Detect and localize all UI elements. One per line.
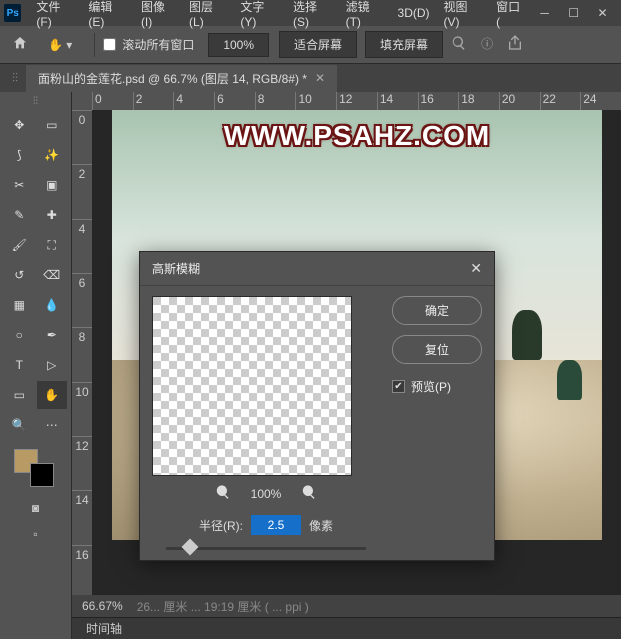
path-tool[interactable]: ▷ <box>37 351 68 379</box>
maximize-button[interactable]: ☐ <box>559 3 588 23</box>
document-tab-bar: ⫶⫶ 面粉山的金莲花.psd @ 66.7% (图层 14, RGB/8#) *… <box>0 64 621 92</box>
dodge-tool[interactable]: ○ <box>4 321 35 349</box>
eraser-tool[interactable]: ⌫ <box>37 261 68 289</box>
hand-tool-icon[interactable]: ✋ ▾ <box>40 34 80 56</box>
status-doc-info[interactable]: 26... 厘米 ... 19:19 厘米 ( ... ppi ) <box>137 598 309 615</box>
gaussian-blur-dialog: 高斯模糊 ✕ 100% 半径(R): 像素 确定 复位 ✔ <box>139 251 495 561</box>
hiker-figure-1 <box>512 310 542 360</box>
radius-label: 半径(R): <box>199 517 243 534</box>
dialog-titlebar[interactable]: 高斯模糊 ✕ <box>140 252 494 286</box>
menu-type[interactable]: 文字(Y) <box>233 0 286 29</box>
help-icon[interactable]: ⓘ <box>481 35 493 54</box>
brush-tool[interactable]: 🖌 <box>4 231 35 259</box>
history-brush-tool[interactable]: ↺ <box>4 261 35 289</box>
blur-tool[interactable]: 💧 <box>37 291 68 319</box>
hiker-figure-2 <box>557 360 582 400</box>
color-swatches[interactable] <box>4 449 67 489</box>
radius-slider[interactable] <box>166 541 366 557</box>
ps-logo: Ps <box>4 4 21 22</box>
zoom-out-icon[interactable] <box>215 484 231 503</box>
zoom-level[interactable]: 100% <box>208 33 269 57</box>
dialog-title: 高斯模糊 <box>152 260 200 277</box>
scroll-all-checkbox[interactable]: 滚动所有窗口 <box>103 36 194 53</box>
menu-3d[interactable]: 3D(D) <box>391 6 437 20</box>
marquee-tool[interactable]: ▭ <box>37 111 68 139</box>
document-tab-title: 面粉山的金莲花.psd @ 66.7% (图层 14, RGB/8#) * <box>38 70 307 87</box>
home-icon[interactable] <box>8 31 32 58</box>
ruler-horizontal: 024681012141618202224 <box>92 92 621 110</box>
scroll-all-label: 滚动所有窗口 <box>122 36 194 53</box>
preview-checkbox-label: 预览(P) <box>411 378 451 395</box>
eyedropper-tool[interactable]: ✎ <box>4 201 35 229</box>
menu-bar: Ps 文件(F) 编辑(E) 图像(I) 图层(L) 文字(Y) 选择(S) 滤… <box>0 0 621 26</box>
timeline-panel-tab[interactable]: 时间轴 <box>72 617 621 639</box>
fit-screen-button[interactable]: 适合屏幕 <box>279 31 357 58</box>
move-tool[interactable]: ✥ <box>4 111 35 139</box>
status-bar: 66.67% 26... 厘米 ... 19:19 厘米 ( ... ppi ) <box>72 595 621 617</box>
menu-filter[interactable]: 滤镜(T) <box>339 0 391 29</box>
crop-tool[interactable]: ✂ <box>4 171 35 199</box>
reset-button[interactable]: 复位 <box>392 335 482 364</box>
type-tool[interactable]: T <box>4 351 35 379</box>
quick-mask-toggle[interactable]: ◙ <box>4 501 67 515</box>
preview-box[interactable] <box>152 296 352 476</box>
menu-view[interactable]: 视图(V) <box>437 0 490 29</box>
zoom-tool[interactable]: 🔍 <box>4 411 35 439</box>
healing-tool[interactable]: ✚ <box>37 201 68 229</box>
magic-wand-tool[interactable]: ✨ <box>37 141 68 169</box>
scroll-all-input[interactable] <box>103 38 116 51</box>
fill-screen-button[interactable]: 填充屏幕 <box>365 31 443 58</box>
document-tab-close[interactable]: ✕ <box>315 71 325 85</box>
minimize-button[interactable]: ─ <box>530 3 559 23</box>
search-icon[interactable] <box>451 35 467 54</box>
menu-edit[interactable]: 编辑(E) <box>81 0 134 29</box>
radius-unit: 像素 <box>309 517 333 534</box>
radius-input[interactable] <box>251 515 301 535</box>
ruler-corner <box>72 92 92 110</box>
preview-zoom-value: 100% <box>251 487 282 501</box>
edit-toolbar[interactable]: ⋯ <box>37 411 68 439</box>
gradient-tool[interactable]: ▦ <box>4 291 35 319</box>
options-bar: ✋ ▾ 滚动所有窗口 100% 适合屏幕 填充屏幕 ⓘ <box>0 26 621 64</box>
toolbox: ⫶⫶ ✥ ▭ ⟆ ✨ ✂ ▣ ✎ ✚ 🖌 ⛶ ↺ ⌫ ▦ 💧 ○ ✒ T ▷ ▭… <box>0 92 72 639</box>
menu-select[interactable]: 选择(S) <box>286 0 339 29</box>
menu-file[interactable]: 文件(F) <box>29 0 81 29</box>
stamp-tool[interactable]: ⛶ <box>37 231 68 259</box>
status-zoom[interactable]: 66.67% <box>82 599 123 613</box>
document-tab[interactable]: 面粉山的金莲花.psd @ 66.7% (图层 14, RGB/8#) * ✕ <box>26 65 337 92</box>
share-icon[interactable] <box>507 35 523 54</box>
zoom-in-icon[interactable] <box>301 484 317 503</box>
frame-tool[interactable]: ▣ <box>37 171 68 199</box>
lasso-tool[interactable]: ⟆ <box>4 141 35 169</box>
preview-checkbox-box[interactable]: ✔ <box>392 380 405 393</box>
screen-mode-toggle[interactable]: ▫ <box>4 527 67 541</box>
toolbox-handle[interactable]: ⫶⫶ <box>4 96 67 107</box>
slider-thumb[interactable] <box>182 539 199 556</box>
dialog-close-button[interactable]: ✕ <box>470 260 482 277</box>
menu-window[interactable]: 窗口( <box>489 0 530 29</box>
hand-tool[interactable]: ✋ <box>37 381 68 409</box>
preview-checkbox[interactable]: ✔ 预览(P) <box>392 378 482 395</box>
pen-tool[interactable]: ✒ <box>37 321 68 349</box>
menu-image[interactable]: 图像(I) <box>134 0 182 29</box>
ok-button[interactable]: 确定 <box>392 296 482 325</box>
tab-handle-icon[interactable]: ⫶⫶ <box>12 71 18 86</box>
watermark-text: WWW.PSAHZ.COM <box>112 120 602 152</box>
ruler-vertical: 0246810121416 <box>72 110 92 599</box>
shape-tool[interactable]: ▭ <box>4 381 35 409</box>
close-button[interactable]: ✕ <box>588 3 617 23</box>
background-color[interactable] <box>30 463 54 487</box>
menu-layer[interactable]: 图层(L) <box>182 0 233 29</box>
